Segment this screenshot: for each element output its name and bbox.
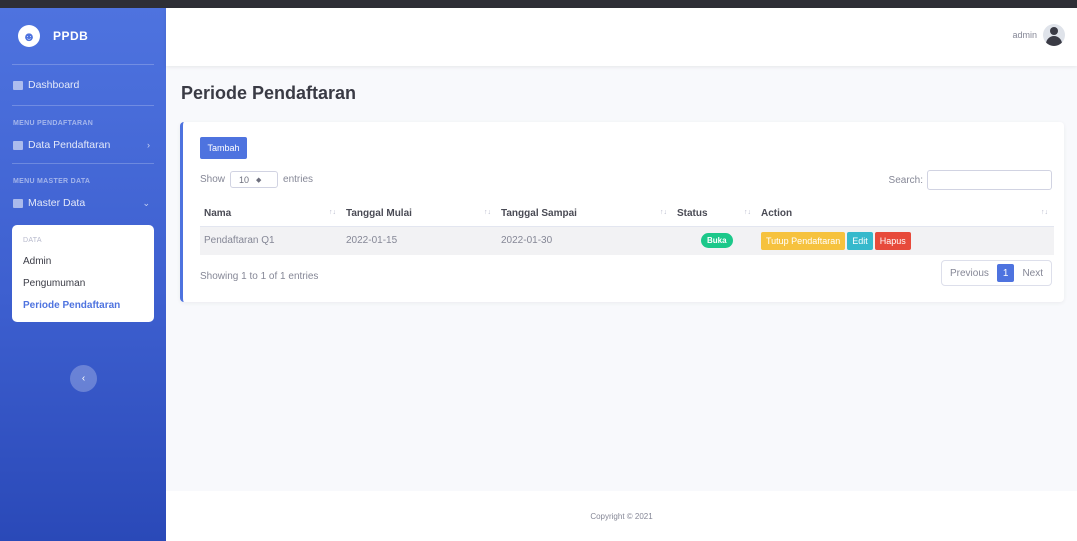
select-arrow-icon: ◆ bbox=[256, 176, 262, 184]
cell-status: Buka bbox=[673, 226, 757, 255]
pagination: Previous 1 Next bbox=[940, 260, 1052, 286]
sidebar: ☻ PPDB Dashboard MENU PENDAFTARAN Data P… bbox=[0, 8, 166, 541]
master-data-submenu: DATA Admin Pengumuman Periode Pendaftara… bbox=[12, 225, 154, 322]
column-header-nama[interactable]: Nama ↑↓ bbox=[200, 202, 342, 227]
sidebar-brand[interactable]: ☻ PPDB bbox=[0, 8, 166, 64]
header-label: Action bbox=[761, 208, 793, 220]
column-header-action[interactable]: Action ↑↓ bbox=[757, 202, 1054, 227]
sidebar-item-data-pendaftaran[interactable]: Data Pendaftaran › bbox=[0, 127, 166, 163]
entries-select[interactable]: 10 ◆ bbox=[230, 171, 279, 188]
sort-icon: ↑↓ bbox=[660, 209, 667, 216]
sort-icon: ↑↓ bbox=[484, 209, 491, 216]
page-1-button[interactable]: 1 bbox=[996, 264, 1015, 282]
cell-tanggal-mulai: 2022-01-15 bbox=[342, 226, 497, 255]
sort-icon: ↑↓ bbox=[744, 209, 751, 216]
header-label: Status bbox=[677, 208, 708, 220]
sort-icon: ↑↓ bbox=[329, 209, 336, 216]
entries-value: 10 bbox=[239, 174, 250, 185]
sort-icon: ↑↓ bbox=[1041, 209, 1048, 216]
avatar bbox=[1043, 24, 1065, 46]
submenu-item-pengumuman[interactable]: Pengumuman bbox=[12, 272, 154, 294]
chevron-down-icon: ⌄ bbox=[142, 197, 150, 208]
sidebar-item-dashboard[interactable]: Dashboard bbox=[0, 65, 166, 105]
topbar: admin bbox=[166, 8, 1077, 66]
brand-name: PPDB bbox=[53, 29, 89, 43]
sidebar-heading-master: MENU MASTER DATA bbox=[13, 178, 91, 185]
submenu-item-admin[interactable]: Admin bbox=[12, 250, 154, 272]
table-info: Showing 1 to 1 of 1 entries bbox=[200, 271, 319, 282]
sidebar-heading-pendaftaran: MENU PENDAFTARAN bbox=[13, 120, 94, 127]
sidebar-item-label: Dashboard bbox=[28, 79, 80, 91]
avatar-head bbox=[1050, 27, 1058, 35]
cell-tanggal-sampai: 2022-01-30 bbox=[497, 226, 673, 255]
sidebar-item-label: Data Pendaftaran bbox=[28, 139, 111, 151]
column-header-tanggal-mulai[interactable]: Tanggal Mulai ↑↓ bbox=[342, 202, 497, 227]
hapus-button[interactable]: Hapus bbox=[874, 231, 911, 250]
chevron-right-icon: › bbox=[147, 140, 150, 150]
column-header-status[interactable]: Status ↑↓ bbox=[673, 202, 757, 227]
footer: Copyright © 2021 bbox=[166, 491, 1077, 541]
folder-icon bbox=[13, 198, 23, 208]
page-title: Periode Pendaftaran bbox=[181, 83, 357, 103]
header-label: Tanggal Sampai bbox=[501, 208, 577, 220]
data-card: Tambah Show 10 ◆ entries Search: Nama ↑↓ … bbox=[180, 122, 1064, 302]
user-name: admin bbox=[1012, 30, 1037, 40]
next-button[interactable]: Next bbox=[1014, 261, 1051, 285]
dashboard-icon bbox=[13, 80, 23, 90]
cell-nama: Pendaftaran Q1 bbox=[200, 226, 342, 255]
submenu-heading: DATA bbox=[23, 237, 42, 244]
sidebar-toggle-button[interactable]: ‹ bbox=[70, 365, 97, 392]
sidebar-item-master-data[interactable]: Master Data ⌄ bbox=[0, 185, 166, 221]
copyright-text: Copyright © 2021 bbox=[590, 511, 653, 521]
edit-button[interactable]: Edit bbox=[847, 231, 873, 250]
add-button[interactable]: Tambah bbox=[200, 137, 247, 159]
avatar-body bbox=[1046, 36, 1062, 46]
entries-label: entries bbox=[283, 174, 314, 185]
submenu-item-periode-pendaftaran[interactable]: Periode Pendaftaran bbox=[12, 294, 154, 316]
chevron-left-icon: ‹ bbox=[81, 373, 86, 384]
smile-icon: ☻ bbox=[18, 25, 40, 47]
show-label: Show bbox=[200, 174, 226, 185]
data-table: Nama ↑↓ Tanggal Mulai ↑↓ Tanggal Sampai ↑↓ … bbox=[200, 202, 1054, 255]
window-top-bar bbox=[0, 0, 1077, 8]
entries-length: Show 10 ◆ entries bbox=[200, 171, 313, 188]
user-menu[interactable]: admin bbox=[1012, 24, 1065, 46]
column-header-tanggal-sampai[interactable]: Tanggal Sampai ↑↓ bbox=[497, 202, 673, 227]
header-label: Tanggal Mulai bbox=[346, 208, 412, 220]
document-icon bbox=[13, 140, 23, 150]
table-header-row: Nama ↑↓ Tanggal Mulai ↑↓ Tanggal Sampai ↑↓ … bbox=[200, 202, 1054, 227]
sidebar-item-label: Master Data bbox=[28, 197, 86, 209]
previous-button[interactable]: Previous bbox=[942, 261, 997, 285]
search-label: Search: bbox=[888, 174, 923, 186]
table-row: Pendaftaran Q1 2022-01-15 2022-01-30 Buk… bbox=[200, 226, 1054, 255]
search-area: Search: bbox=[889, 170, 1052, 190]
header-label: Nama bbox=[204, 208, 232, 220]
search-input[interactable] bbox=[927, 170, 1052, 190]
status-badge: Buka bbox=[701, 233, 733, 249]
cell-action: Tutup Pendaftaran Edit Hapus bbox=[757, 226, 1054, 255]
tutup-pendaftaran-button[interactable]: Tutup Pendaftaran bbox=[761, 231, 846, 250]
